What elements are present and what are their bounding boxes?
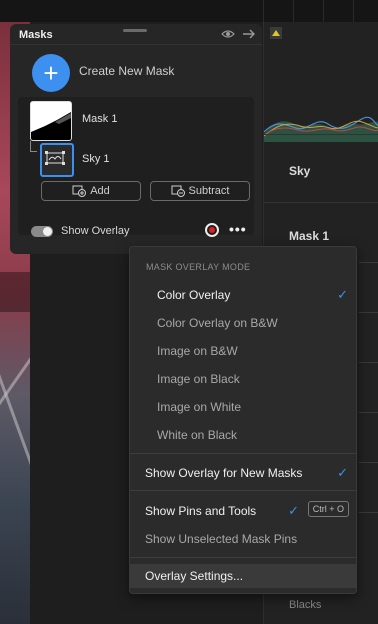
sky-section-label[interactable]: Sky (289, 164, 310, 178)
overlay-color-icon[interactable] (205, 223, 219, 237)
component-item-label[interactable]: Sky 1 (82, 153, 110, 165)
show-overlay-toggle[interactable] (31, 226, 53, 237)
menu-separator (130, 557, 356, 558)
mask-thumbnail-image (31, 102, 71, 140)
slider-row-divider (359, 262, 378, 263)
slider-row-divider (359, 512, 378, 513)
slider-row-divider (359, 362, 378, 363)
overlay-mode-menu: MASK OVERLAY MODE Color Overlay ✓ Color … (129, 246, 357, 594)
panel-drag-handle[interactable] (123, 29, 147, 32)
subtract-component-icon (171, 185, 185, 197)
plus-icon: + (43, 58, 59, 88)
menu-separator (130, 453, 356, 454)
menu-item-label: Color Overlay on B&W (157, 316, 278, 330)
menu-item-label: Show Unselected Mask Pins (145, 532, 298, 546)
menu-item-label: White on Black (157, 428, 238, 442)
eye-icon[interactable] (221, 29, 235, 39)
menu-item-label: Show Pins and Tools (145, 504, 257, 518)
histogram (264, 116, 378, 142)
toolbar-segment (323, 0, 354, 22)
menu-item-image-on-black[interactable]: Image on Black (130, 367, 356, 391)
add-button-label: Add (90, 185, 110, 197)
menu-item-label: Overlay Settings... (145, 569, 244, 583)
clipping-warning-icon[interactable] (270, 27, 282, 39)
mask-section-label[interactable]: Mask 1 (289, 229, 329, 243)
menu-item-white-on-black[interactable]: White on Black (130, 423, 356, 447)
panel-divider (10, 44, 262, 45)
menu-item-label: Color Overlay (157, 288, 231, 302)
section-divider (264, 202, 378, 203)
create-mask-label[interactable]: Create New Mask (79, 64, 174, 78)
menu-item-label: Image on B&W (157, 344, 238, 358)
add-component-icon (72, 185, 87, 197)
menu-item-show-pins-and-tools[interactable]: Show Pins and Tools ✓ Ctrl + O (130, 499, 356, 523)
menu-item-color-overlay[interactable]: Color Overlay ✓ (130, 283, 356, 307)
photo-shadow (0, 272, 30, 312)
checkmark-icon: ✓ (288, 503, 299, 518)
mask-tree-connector (30, 141, 37, 152)
top-toolbar-strip (0, 0, 378, 22)
menu-separator (130, 490, 356, 491)
menu-item-label: Image on Black (157, 372, 240, 386)
mask-list: Mask 1 Sky 1 Add Subtract (18, 97, 254, 235)
slider-row-divider (359, 312, 378, 313)
create-mask-button[interactable]: + (32, 54, 70, 92)
subtract-button-label: Subtract (188, 185, 230, 197)
menu-item-show-unselected-pins[interactable]: Show Unselected Mask Pins (130, 527, 356, 551)
mask-item-label[interactable]: Mask 1 (82, 113, 117, 125)
menu-item-image-on-white[interactable]: Image on White (130, 395, 356, 419)
sky-icon (45, 151, 65, 165)
mask-thumbnail[interactable] (30, 101, 72, 141)
more-options-icon[interactable]: ••• (229, 221, 247, 237)
slider-row-divider (359, 412, 378, 413)
toggle-knob (43, 227, 52, 236)
menu-item-show-overlay-new-masks[interactable]: Show Overlay for New Masks ✓ (130, 461, 356, 485)
keyboard-shortcut: Ctrl + O (307, 501, 349, 517)
section-divider (264, 134, 378, 135)
blacks-slider-label: Blacks (289, 599, 322, 611)
subtract-button[interactable]: Subtract (150, 181, 250, 201)
masks-panel: Masks + Create New Mask Mask 1 Sky 1 Add… (10, 24, 262, 254)
slider-row-divider (359, 462, 378, 463)
panel-title: Masks (19, 29, 53, 41)
menu-item-overlay-settings[interactable]: Overlay Settings... (130, 564, 356, 588)
menu-item-label: Show Overlay for New Masks (145, 466, 303, 480)
menu-item-label: Image on White (157, 400, 242, 414)
checkmark-icon: ✓ (337, 287, 348, 302)
show-overlay-label: Show Overlay (61, 225, 130, 237)
collapse-arrow-icon[interactable] (242, 28, 256, 40)
menu-section-header: MASK OVERLAY MODE (146, 262, 251, 272)
toolbar-segment (353, 0, 378, 22)
toolbar-segment (293, 0, 324, 22)
sky-component-thumbnail[interactable] (40, 143, 74, 177)
toolbar-segment (263, 0, 294, 22)
menu-item-image-on-bw[interactable]: Image on B&W (130, 339, 356, 363)
menu-item-color-overlay-bw[interactable]: Color Overlay on B&W (130, 311, 356, 335)
add-button[interactable]: Add (41, 181, 141, 201)
checkmark-icon: ✓ (337, 465, 348, 480)
photo-structure (0, 309, 30, 555)
